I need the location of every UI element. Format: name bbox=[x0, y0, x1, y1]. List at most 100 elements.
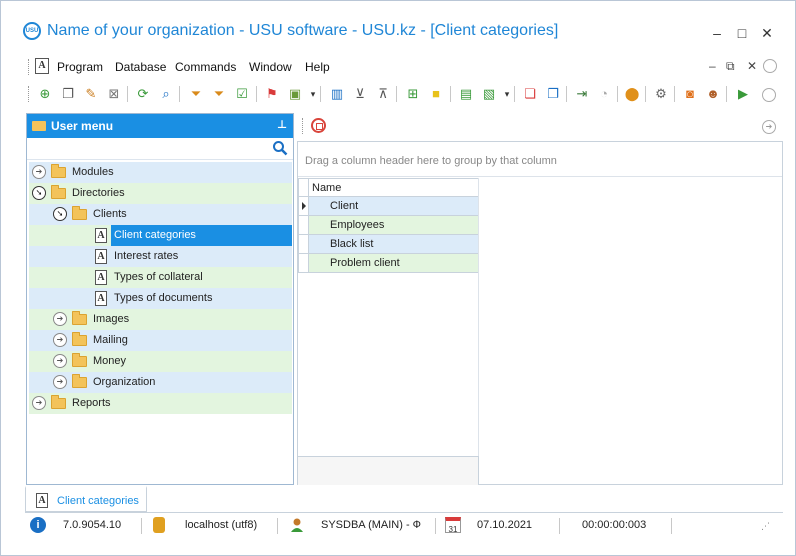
tree-item-interest-rates[interactable]: A Interest rates bbox=[29, 246, 292, 267]
expand-arrow-icon[interactable]: ➔ bbox=[32, 396, 46, 410]
tree-item-label: Clients bbox=[93, 208, 127, 220]
folder-open-icon bbox=[72, 206, 87, 220]
expand-arrow-icon[interactable]: ➔ bbox=[53, 375, 67, 389]
users-icon[interactable]: ☻ bbox=[704, 85, 722, 103]
menu-grip-icon bbox=[28, 59, 31, 75]
menu-search-bar[interactable] bbox=[27, 138, 293, 160]
rss-icon[interactable]: ◙ bbox=[681, 85, 699, 103]
collapse-arrow-icon[interactable]: ➘ bbox=[32, 186, 46, 200]
pin-icon[interactable]: ⊥ bbox=[277, 118, 287, 131]
add-column-icon[interactable]: ⊞ bbox=[404, 85, 422, 103]
export-icon[interactable]: ▧ bbox=[480, 85, 498, 103]
user-icon bbox=[289, 517, 305, 533]
menu-database[interactable]: Database bbox=[115, 60, 166, 74]
menu-window[interactable]: Window bbox=[249, 60, 292, 74]
document-icon: A bbox=[95, 249, 107, 264]
minimize-button[interactable]: – bbox=[707, 23, 727, 43]
cell-name: Employees bbox=[330, 219, 385, 231]
tab-client-categories[interactable]: A Client categories bbox=[25, 486, 147, 512]
tree-item-label: Types of documents bbox=[114, 292, 213, 304]
refresh-icon[interactable]: ⟳ bbox=[134, 85, 152, 103]
help-circle-icon[interactable]: ◔ bbox=[595, 85, 613, 103]
edit-icon[interactable]: ✎ bbox=[82, 85, 100, 103]
tree-item-directories[interactable]: ➘ Directories bbox=[29, 183, 292, 204]
tree-item-types-of-collateral[interactable]: A Types of collateral bbox=[29, 267, 292, 288]
new-window-icon[interactable]: ❏ bbox=[521, 85, 539, 103]
mdi-minimize-button[interactable]: – bbox=[709, 59, 716, 73]
tree-item-reports[interactable]: ➔ Reports bbox=[29, 393, 292, 414]
menu-help[interactable]: Help bbox=[305, 60, 330, 74]
tree-item-money[interactable]: ➔ Money bbox=[29, 351, 292, 372]
row-indicator bbox=[299, 254, 309, 272]
add-record-icon[interactable]: ⊕ bbox=[36, 85, 54, 103]
mdi-restore-button[interactable]: ⧉ bbox=[726, 59, 735, 74]
menu-commands[interactable]: Commands bbox=[175, 60, 236, 74]
tree-item-label: Interest rates bbox=[114, 250, 179, 262]
tree-item-client-categories[interactable]: A Client categories bbox=[29, 225, 292, 246]
run-play-icon[interactable]: ▶ bbox=[734, 85, 752, 103]
grid-options-icon[interactable]: ➔ bbox=[762, 120, 776, 134]
toolbar: ⊕ ❐ ✎ ⊠ ⟳ ⌕ ⏷ ⏷ ☑ ⚑ ▣ ▾ ▥ ⊻ ⊼ ⊞ ■ ▤ ▧ ▾ … bbox=[23, 83, 783, 105]
menu-program[interactable]: Program bbox=[57, 60, 103, 74]
toolbar-separator bbox=[450, 86, 451, 102]
filter-icon[interactable]: ⏷ bbox=[187, 85, 205, 103]
current-row-arrow-icon bbox=[302, 202, 306, 210]
folder-icon bbox=[72, 332, 87, 346]
resize-grip-icon[interactable]: ⋰ bbox=[761, 521, 770, 532]
table-row[interactable]: Problem client bbox=[298, 254, 479, 273]
user-text: SYSDBA (MAIN) - Ф bbox=[321, 519, 422, 531]
tree-item-images[interactable]: ➔ Images bbox=[29, 309, 292, 330]
tree-item-clients[interactable]: ➘ Clients bbox=[29, 204, 292, 225]
folder-icon bbox=[32, 121, 46, 131]
search-icon[interactable]: ⌕ bbox=[157, 85, 175, 103]
menu-options-icon[interactable] bbox=[763, 59, 777, 73]
column-header-name[interactable]: Name bbox=[298, 178, 479, 197]
folder-icon bbox=[72, 374, 87, 388]
user-menu-panel: User menu ⊥ ➔ Modules ➘ Directories ➘ Cl… bbox=[26, 113, 294, 485]
expand-arrow-icon[interactable]: ➔ bbox=[53, 312, 67, 326]
location-pin-icon[interactable]: ⬤ bbox=[623, 85, 641, 103]
row-indicator bbox=[299, 235, 309, 253]
database-icon bbox=[153, 517, 165, 533]
filter-apply-icon[interactable]: ☑ bbox=[233, 85, 251, 103]
table-row[interactable]: Client bbox=[298, 197, 479, 216]
expand-all-icon[interactable]: ⊼ bbox=[374, 85, 392, 103]
table-row[interactable]: Black list bbox=[298, 235, 479, 254]
delete-icon[interactable]: ⊠ bbox=[105, 85, 123, 103]
collapse-all-icon[interactable]: ⊻ bbox=[351, 85, 369, 103]
row-indicator bbox=[299, 216, 309, 234]
exit-icon[interactable]: ⇥ bbox=[573, 85, 591, 103]
tree-item-mailing[interactable]: ➔ Mailing bbox=[29, 330, 292, 351]
stop-icon[interactable] bbox=[311, 118, 326, 133]
close-button[interactable]: ✕ bbox=[757, 23, 777, 43]
flag-icon[interactable]: ⚑ bbox=[263, 85, 281, 103]
export-excel-icon[interactable]: ▤ bbox=[457, 85, 475, 103]
tree-item-modules[interactable]: ➔ Modules bbox=[29, 162, 292, 183]
mdi-close-button[interactable]: ✕ bbox=[747, 59, 757, 73]
tree-item-types-of-documents[interactable]: A Types of documents bbox=[29, 288, 292, 309]
collapse-arrow-icon[interactable]: ➘ bbox=[53, 207, 67, 221]
note-icon[interactable]: ■ bbox=[427, 85, 445, 103]
columns-icon[interactable]: ▥ bbox=[328, 85, 346, 103]
tree-item-label: Types of collateral bbox=[114, 271, 203, 283]
window-arrange-icon[interactable]: ❐ bbox=[544, 85, 562, 103]
title-bar: USU Name of your organization - USU soft… bbox=[1, 1, 795, 53]
expand-arrow-icon[interactable]: ➔ bbox=[53, 333, 67, 347]
tree-item-label: Directories bbox=[72, 187, 125, 199]
toolbar-options-icon[interactable] bbox=[762, 88, 776, 102]
image-icon[interactable]: ▣ bbox=[286, 85, 304, 103]
usu-logo-icon: USU bbox=[23, 22, 41, 40]
settings-gear-icon[interactable]: ⚙ bbox=[652, 85, 670, 103]
document-icon[interactable]: A bbox=[35, 58, 49, 74]
tree-item-organization[interactable]: ➔ Organization bbox=[29, 372, 292, 393]
search-icon[interactable] bbox=[272, 140, 288, 156]
group-by-panel[interactable]: Drag a column header here to group by th… bbox=[298, 142, 782, 177]
copy-icon[interactable]: ❐ bbox=[59, 85, 77, 103]
filter-clear-icon[interactable]: ⏷ bbox=[210, 85, 228, 103]
document-icon: A bbox=[36, 493, 48, 508]
toolbar-separator bbox=[617, 86, 618, 102]
maximize-button[interactable]: □ bbox=[732, 23, 752, 43]
expand-arrow-icon[interactable]: ➔ bbox=[32, 165, 46, 179]
expand-arrow-icon[interactable]: ➔ bbox=[53, 354, 67, 368]
table-row[interactable]: Employees bbox=[298, 216, 479, 235]
